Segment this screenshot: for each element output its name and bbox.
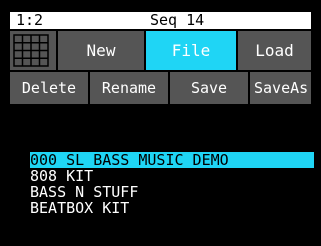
save-button[interactable]: Save	[170, 72, 250, 104]
delete-button[interactable]: Delete	[10, 72, 90, 104]
device-screen: 1:2 Seq 14 New File Load Delete Rename S…	[0, 0, 321, 246]
tab-new[interactable]: New	[58, 31, 146, 70]
pattern-position: 1:2	[16, 11, 44, 29]
status-bar: 1:2 Seq 14	[10, 12, 311, 29]
grid-button[interactable]	[10, 31, 58, 70]
grid-icon	[13, 34, 49, 67]
tab-load[interactable]: Load	[238, 31, 311, 70]
rename-button[interactable]: Rename	[90, 72, 170, 104]
sequence-title: Seq 14	[150, 11, 205, 29]
save-as-button[interactable]: SaveAs	[250, 72, 311, 104]
list-item[interactable]: BEATBOX KIT	[30, 200, 314, 216]
list-item[interactable]: 808 KIT	[30, 168, 314, 184]
mode-tabs: New File Load	[10, 31, 311, 70]
file-list: 000 SL BASS MUSIC DEMO 808 KIT BASS N ST…	[30, 152, 314, 216]
tab-file[interactable]: File	[146, 31, 238, 70]
list-item[interactable]: 000 SL BASS MUSIC DEMO	[30, 152, 314, 168]
file-actions: Delete Rename Save SaveAs	[10, 72, 311, 104]
list-item[interactable]: BASS N STUFF	[30, 184, 314, 200]
